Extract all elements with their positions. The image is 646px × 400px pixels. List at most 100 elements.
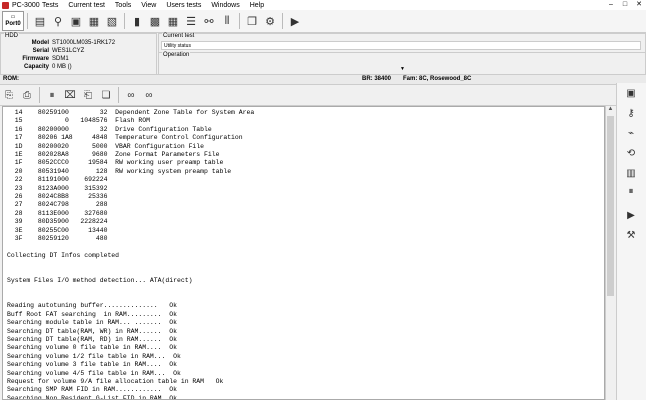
maximize-button[interactable]: □: [618, 0, 632, 10]
hdd-legend: HDD: [4, 33, 19, 39]
save-log-icon[interactable]: ⎙: [19, 87, 35, 103]
log-toolbar: ⎘ ⎙ ⏸ ⌧ ⎗ ❏ ∞ ∞: [0, 85, 616, 106]
window-title: PC-3000: [12, 1, 40, 9]
clear-log-icon[interactable]: ⌧: [62, 87, 78, 103]
toolbar-separator: [124, 13, 125, 29]
dbd-icon[interactable]: ▧: [104, 13, 120, 29]
log-line: 20 80531940 128 RW working system preamp…: [7, 167, 232, 175]
log-line: Searching SMP RAM FID in RAM............…: [7, 386, 177, 394]
power-icon[interactable]: ⌁: [623, 125, 639, 141]
search-icon[interactable]: ⚲: [50, 13, 66, 29]
copy-icon[interactable]: ❐: [244, 13, 260, 29]
bay-icon[interactable]: ▮: [129, 13, 145, 29]
chip-icon[interactable]: ▩: [147, 13, 163, 29]
main-toolbar: ▭ Port0 ▤ ⚲ ▣ ▦ ▧ ▮ ▩ ▦ ☰ ⚯ ⦀ ❐ ⚙ ▶: [0, 10, 646, 33]
binoculars-icon[interactable]: ∞: [123, 87, 139, 103]
log-line: Searching volume 3 file table in RAM....…: [7, 361, 177, 369]
hdd-model-row: Model ST1000LM035-1RK172: [1, 40, 156, 48]
log-line: 16 80200000 32 Drive Configuration Table: [7, 125, 212, 133]
toolbar-separator: [39, 87, 40, 103]
log-line: 23 8123A000 315392: [7, 184, 108, 192]
columns-icon[interactable]: ⦀: [219, 13, 235, 29]
reset-icon[interactable]: ⟲: [623, 145, 639, 161]
port-icon: ▭: [10, 14, 16, 20]
scroll-up-icon[interactable]: ▲: [606, 106, 615, 112]
copy-log-icon[interactable]: ❏: [98, 87, 114, 103]
monitor-icon[interactable]: ▥: [623, 165, 639, 181]
hdd-serial-row: Serial WES1LCYZ: [1, 48, 156, 56]
log-line: 26 8024C8B8 25336: [7, 193, 108, 201]
close-button[interactable]: ✕: [632, 0, 646, 10]
serial-label: Serial: [32, 48, 49, 54]
app-icon: [2, 1, 9, 9]
status-row: ROM: BR: 38400 Fam: 8C, Rosewood_8C: [0, 74, 646, 85]
hdd-icon[interactable]: ▤: [32, 13, 48, 29]
log-line: 1E 802028A8 9680 Zone Format Parameters …: [7, 151, 220, 159]
menu-tests[interactable]: Tests: [42, 2, 58, 9]
menu-view[interactable]: View: [141, 2, 156, 9]
hdd-capacity-row: Capacity 0 MB (): [1, 64, 156, 72]
menu-windows[interactable]: Windows: [211, 2, 239, 9]
new-log-icon[interactable]: ⎘: [1, 87, 17, 103]
grid-icon[interactable]: ▦: [165, 13, 181, 29]
pause-icon[interactable]: ⏸: [44, 87, 60, 103]
serial-value: WES1LCYZ: [52, 48, 85, 54]
minimize-button[interactable]: –: [604, 0, 618, 10]
drive-dropdown-icon[interactable]: ▶: [623, 207, 639, 223]
toolbar-separator: [118, 87, 119, 103]
sd-icon[interactable]: ▦: [86, 13, 102, 29]
operation-dropdown-icon[interactable]: ▼: [400, 66, 405, 72]
hdd-firmware-row: Firmware SDM1: [1, 56, 156, 64]
find-next-icon[interactable]: ∞: [141, 87, 157, 103]
log-line: 22 81191000 692224: [7, 176, 108, 184]
operation-panel: Operation: [158, 52, 646, 76]
hdd-panel: HDD Model ST1000LM035-1RK172 Serial WES1…: [0, 33, 157, 76]
firmware-label: Firmware: [22, 56, 49, 62]
log-line: Searching volume 1/2 file table in RAM..…: [7, 352, 181, 360]
log-line: 28 8113E000 327680: [7, 209, 108, 217]
menu-help[interactable]: Help: [250, 2, 264, 9]
toolbar-separator: [282, 13, 283, 29]
pause-right-icon[interactable]: ⏸: [623, 183, 639, 199]
window-controls: – □ ✕: [604, 0, 646, 10]
operation-legend: Operation: [162, 52, 191, 58]
menu-bar: Tests Current test Tools View Users test…: [42, 0, 274, 10]
list-icon[interactable]: ☰: [183, 13, 199, 29]
family-status: Fam: 8C, Rosewood_8C: [403, 76, 472, 82]
log-line: 1F 8052CCC0 19584 RW working user preamp…: [7, 159, 224, 167]
log-line: 39 80D35900 2228224: [7, 218, 108, 226]
log-console[interactable]: 14 80259100 32 Dependent Zone Table for …: [2, 106, 605, 400]
firmware-value: SDM1: [52, 56, 69, 62]
log-line: Searching DT table(RAM, RD) in RAM......…: [7, 335, 177, 343]
vertical-scrollbar[interactable]: ▲: [605, 106, 615, 400]
log-line: 1D 80200020 5000 VBAR Configuration File: [7, 142, 205, 150]
menu-users-tests[interactable]: Users tests: [166, 2, 201, 9]
log-line: 15 0 1048576 Flash ROM: [7, 117, 150, 125]
log-line: 3F 80259120 480: [7, 235, 108, 243]
tools-icon[interactable]: ⚒: [623, 227, 639, 243]
log-line: System Files I/O method detection... ATA…: [7, 277, 193, 285]
export-icon[interactable]: ⎗: [80, 87, 96, 103]
heads-icon[interactable]: ⚷: [623, 105, 639, 121]
menu-tools[interactable]: Tools: [115, 2, 131, 9]
scroll-thumb[interactable]: [607, 116, 614, 296]
drive-id-icon[interactable]: ▣: [68, 13, 84, 29]
log-line: Searching volume 0 file table in RAM....…: [7, 344, 177, 352]
log-line: Collecting DT Infos completed: [7, 251, 120, 259]
settings-icon[interactable]: ⚙: [262, 13, 278, 29]
port-button[interactable]: ▭ Port0: [2, 11, 24, 31]
log-line: 27 8024C798 288: [7, 201, 108, 209]
toolbar-separator: [239, 13, 240, 29]
info-icon[interactable]: ▣: [623, 85, 639, 101]
menu-current-test[interactable]: Current test: [68, 2, 105, 9]
play-icon[interactable]: ▶: [287, 13, 303, 29]
log-line: 14 80259100 32 Dependent Zone Table for …: [7, 109, 255, 116]
rom-status: ROM:: [3, 76, 19, 82]
baud-rate-status: BR: 38400: [362, 76, 392, 82]
capacity-value: 0 MB (): [52, 64, 72, 70]
network-icon[interactable]: ⚯: [201, 13, 217, 29]
